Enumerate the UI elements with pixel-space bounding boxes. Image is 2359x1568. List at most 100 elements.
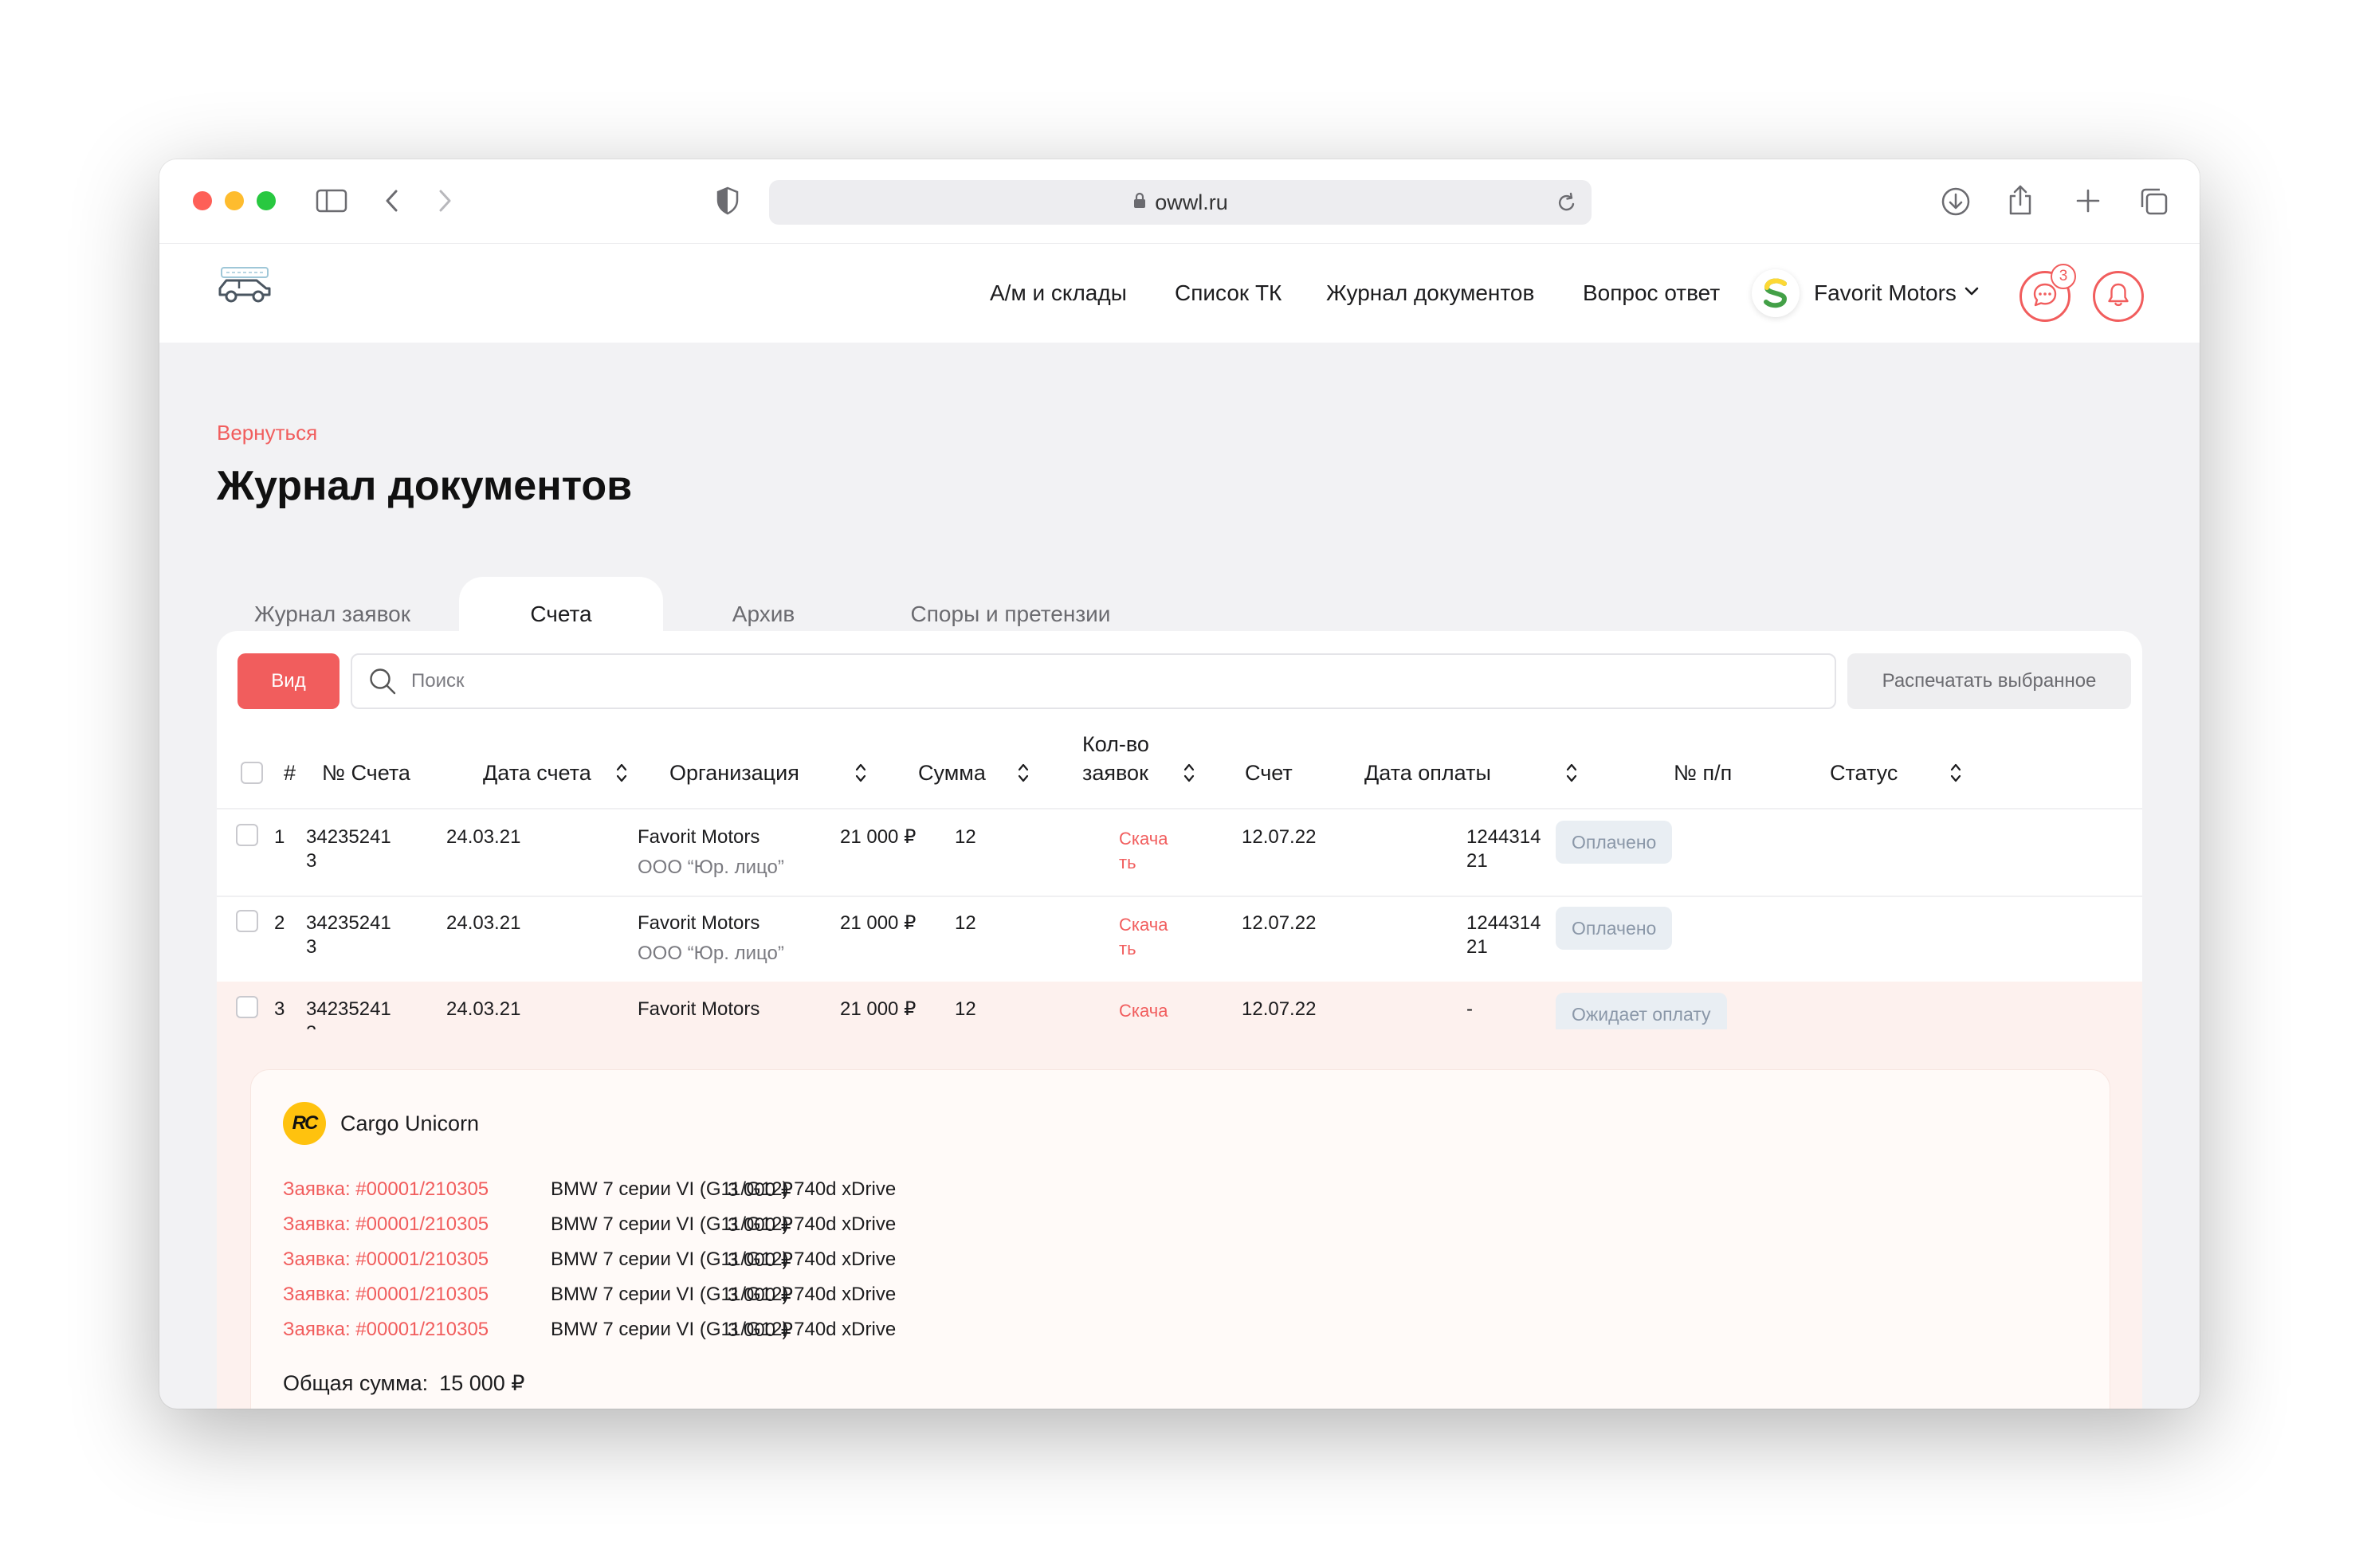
- row-orders-count: 12: [955, 826, 976, 848]
- total-value: 15 000 ₽: [439, 1371, 525, 1395]
- row-checkbox[interactable]: [236, 824, 258, 846]
- row-org-name: Favorit Motors: [638, 912, 760, 934]
- order-link[interactable]: Заявка: #00001/210305: [283, 1249, 489, 1271]
- row-payment-date: 12.07.22: [1242, 826, 1317, 848]
- sidebar-toggle-icon[interactable]: [316, 188, 347, 214]
- row-download-link-wrap[interactable]: ть: [1119, 851, 1136, 875]
- row-amount: 21 000 ₽: [840, 826, 917, 848]
- row-invoice-date: 24.03.21: [446, 998, 521, 1020]
- order-vehicle: BMW 7 серии VI (G11/G12) 740d xDrive: [551, 1319, 897, 1340]
- status-badge: Оплачено: [1556, 907, 1673, 950]
- notifications-button[interactable]: [2093, 271, 2144, 322]
- col-header-orders-count-line2[interactable]: заявок: [1082, 759, 1148, 787]
- col-header-status[interactable]: Статус: [1830, 759, 1898, 787]
- nav-carriers-list[interactable]: Список ТК: [1175, 280, 1282, 306]
- address-bar[interactable]: owwl.ru: [769, 180, 1592, 225]
- order-price: 3 000 ₽: [728, 1284, 793, 1306]
- row-payment-date: 12.07.22: [1242, 912, 1317, 934]
- col-header-num: #: [284, 761, 296, 785]
- sort-icon[interactable]: [1183, 762, 1195, 788]
- col-header-invoice-date[interactable]: Дата счета: [483, 759, 591, 787]
- browser-toolbar: owwl.ru: [159, 159, 2200, 244]
- order-vehicle: BMW 7 серии VI (G11/G12) 740d xDrive: [551, 1284, 897, 1305]
- row-orders-count: 12: [955, 998, 976, 1020]
- order-price: 3 000 ₽: [728, 1214, 793, 1236]
- reload-icon[interactable]: [1556, 191, 1577, 219]
- sort-icon[interactable]: [854, 762, 867, 788]
- order-link[interactable]: Заявка: #00001/210305: [283, 1213, 489, 1236]
- invoices-panel: Вид Поиск Распечатать выбранное # № Счет…: [217, 631, 2142, 1409]
- chevron-down-icon: [1965, 286, 1979, 300]
- site-header: А/м и склады Список ТК Журнал документов…: [159, 244, 2200, 343]
- share-icon[interactable]: [2007, 183, 2034, 217]
- browser-window: owwl.ru А/м и склады Список ТК Журнал до…: [159, 159, 2200, 1409]
- shield-privacy-icon[interactable]: [716, 186, 740, 215]
- order-price: 3 000 ₽: [728, 1249, 793, 1271]
- order-price: 3 000 ₽: [728, 1179, 793, 1201]
- view-button[interactable]: Вид: [237, 653, 340, 709]
- row-checkbox[interactable]: [236, 910, 258, 932]
- sort-icon[interactable]: [1565, 762, 1578, 788]
- col-header-pp-no: № п/п: [1674, 761, 1733, 785]
- total-label: Общая сумма:: [283, 1371, 429, 1395]
- row-download-link-wrap[interactable]: ть: [1119, 937, 1136, 961]
- row-org-name: Favorit Motors: [638, 998, 760, 1020]
- col-header-organization[interactable]: Организация: [669, 759, 799, 787]
- back-link[interactable]: Вернуться: [217, 421, 317, 445]
- maximize-window-button[interactable]: [257, 191, 276, 210]
- sort-icon[interactable]: [615, 762, 628, 788]
- new-tab-plus-icon[interactable]: [2075, 188, 2101, 214]
- bell-icon: [2106, 281, 2130, 312]
- nav-faq[interactable]: Вопрос ответ: [1583, 280, 1720, 306]
- nav-documents-journal[interactable]: Журнал документов: [1326, 280, 1534, 306]
- row-num: 1: [274, 826, 285, 848]
- row-pp-no: -: [1466, 998, 1473, 1020]
- nav-vehicles-warehouses[interactable]: А/м и склады: [990, 280, 1127, 306]
- row-invoice-no-wrap: 3: [306, 850, 317, 872]
- download-icon[interactable]: [1941, 186, 1971, 217]
- row-download-link[interactable]: Скача: [1119, 827, 1168, 851]
- row-details: RC Cargo Unicorn Заявка: #00001/210305 B…: [217, 1029, 2142, 1409]
- print-selected-button[interactable]: Распечатать выбранное: [1847, 653, 2131, 709]
- row-invoice-no-wrap: 3: [306, 936, 317, 958]
- site-logo-car-icon[interactable]: [215, 265, 274, 312]
- minimize-window-button[interactable]: [225, 191, 244, 210]
- row-payment-date: 12.07.22: [1242, 998, 1317, 1020]
- col-header-invoice-no: № Счета: [322, 761, 410, 785]
- sort-icon[interactable]: [1017, 762, 1030, 788]
- row-pp-no-wrap: 21: [1466, 936, 1488, 958]
- table-row[interactable]: 1 34235241 3 24.03.21 Favorit Motors ООО…: [217, 809, 2142, 896]
- row-amount: 21 000 ₽: [840, 998, 917, 1020]
- row-download-link[interactable]: Скача: [1119, 913, 1168, 937]
- order-link[interactable]: Заявка: #00001/210305: [283, 1284, 489, 1306]
- company-name: Favorit Motors: [1814, 280, 1957, 305]
- search-icon: [368, 667, 397, 696]
- sort-icon[interactable]: [1949, 762, 1962, 788]
- forward-arrow-icon[interactable]: [437, 188, 453, 214]
- order-link[interactable]: Заявка: #00001/210305: [283, 1178, 489, 1201]
- row-invoice-no: 34235241: [306, 998, 391, 1020]
- row-checkbox[interactable]: [236, 996, 258, 1018]
- row-num: 2: [274, 912, 285, 934]
- search-input[interactable]: Поиск: [351, 653, 1836, 709]
- row-invoice-no: 34235241: [306, 826, 391, 848]
- order-link[interactable]: Заявка: #00001/210305: [283, 1319, 489, 1341]
- back-arrow-icon[interactable]: [384, 188, 400, 214]
- close-window-button[interactable]: [193, 191, 212, 210]
- select-all-checkbox[interactable]: [241, 762, 263, 784]
- order-vehicle: BMW 7 серии VI (G11/G12) 740d xDrive: [551, 1178, 897, 1200]
- tab-overview-icon[interactable]: [2139, 186, 2169, 217]
- table-row[interactable]: 2 34235241 3 24.03.21 Favorit Motors ООО…: [217, 896, 2142, 982]
- messages-button[interactable]: 3: [2019, 264, 2076, 322]
- col-header-amount[interactable]: Сумма: [918, 759, 986, 787]
- col-header-payment-date[interactable]: Дата оплаты: [1364, 759, 1491, 787]
- carrier-name: Cargo Unicorn: [340, 1111, 480, 1135]
- carrier-card: RC Cargo Unicorn Заявка: #00001/210305 B…: [250, 1069, 2110, 1409]
- row-pp-no-wrap: 21: [1466, 850, 1488, 872]
- total-sum: Общая сумма: 15 000 ₽: [283, 1371, 524, 1396]
- row-pp-no: 1244314: [1466, 826, 1541, 848]
- company-selector[interactable]: Favorit Motors: [1752, 269, 1979, 317]
- carrier-logo: RC: [283, 1102, 326, 1145]
- row-download-link[interactable]: Скача: [1119, 999, 1168, 1023]
- col-header-orders-count-line1[interactable]: Кол-во: [1082, 730, 1149, 759]
